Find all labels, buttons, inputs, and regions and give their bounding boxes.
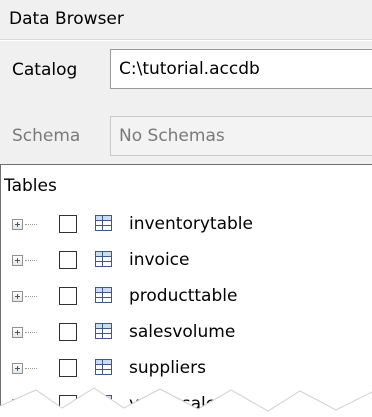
- schema-row: Schema No Schemas: [0, 110, 372, 164]
- tree-connector: [25, 296, 37, 298]
- catalog-value: C:\tutorial.accdb: [119, 59, 260, 79]
- table-item-producttable[interactable]: producttable: [1, 281, 372, 317]
- table-icon: [95, 287, 112, 303]
- schema-label: Schema: [12, 126, 81, 146]
- expand-icon[interactable]: [12, 219, 23, 230]
- expand-icon[interactable]: [12, 363, 23, 374]
- table-item-label: salesvolume: [129, 322, 236, 342]
- tables-tree: inventorytable invoice producttable sale…: [0, 202, 372, 417]
- table-icon: [95, 359, 112, 375]
- catalog-field[interactable]: C:\tutorial.accdb: [110, 49, 372, 89]
- table-icon: [95, 251, 112, 267]
- table-item-inventorytable[interactable]: inventorytable: [1, 209, 372, 245]
- catalog-label: Catalog: [12, 60, 78, 80]
- table-icon: [95, 215, 112, 231]
- tree-connector: [25, 332, 37, 334]
- panel-title-bar: Data Browser: [0, 0, 372, 40]
- table-icon: [95, 323, 112, 339]
- table-item-suppliers[interactable]: suppliers: [1, 353, 372, 389]
- catalog-row: Catalog C:\tutorial.accdb: [0, 41, 372, 110]
- table-item-label: producttable: [129, 286, 238, 306]
- table-checkbox[interactable]: [59, 215, 77, 233]
- table-item-salesvolume[interactable]: salesvolume: [1, 317, 372, 353]
- tree-connector: [25, 368, 37, 370]
- table-item-label: inventorytable: [129, 214, 253, 234]
- table-checkbox[interactable]: [59, 251, 77, 269]
- data-browser-panel: Data Browser Catalog C:\tutorial.accdb S…: [0, 0, 372, 417]
- expand-icon[interactable]: [12, 255, 23, 266]
- torn-edge-decoration: [0, 387, 372, 417]
- table-checkbox[interactable]: [59, 359, 77, 377]
- table-item-invoice[interactable]: invoice: [1, 245, 372, 281]
- expand-icon[interactable]: [12, 327, 23, 338]
- table-item-label: suppliers: [129, 358, 206, 378]
- expand-icon[interactable]: [12, 291, 23, 302]
- tree-connector: [25, 224, 37, 226]
- tables-header: Tables: [0, 164, 372, 202]
- tables-header-label: Tables: [4, 176, 57, 196]
- tree-connector: [25, 260, 37, 262]
- table-checkbox[interactable]: [59, 287, 77, 305]
- table-checkbox[interactable]: [59, 323, 77, 341]
- panel-title: Data Browser: [9, 9, 124, 29]
- table-item-label: invoice: [129, 250, 190, 270]
- schema-field: No Schemas: [110, 116, 372, 156]
- schema-value: No Schemas: [119, 126, 225, 146]
